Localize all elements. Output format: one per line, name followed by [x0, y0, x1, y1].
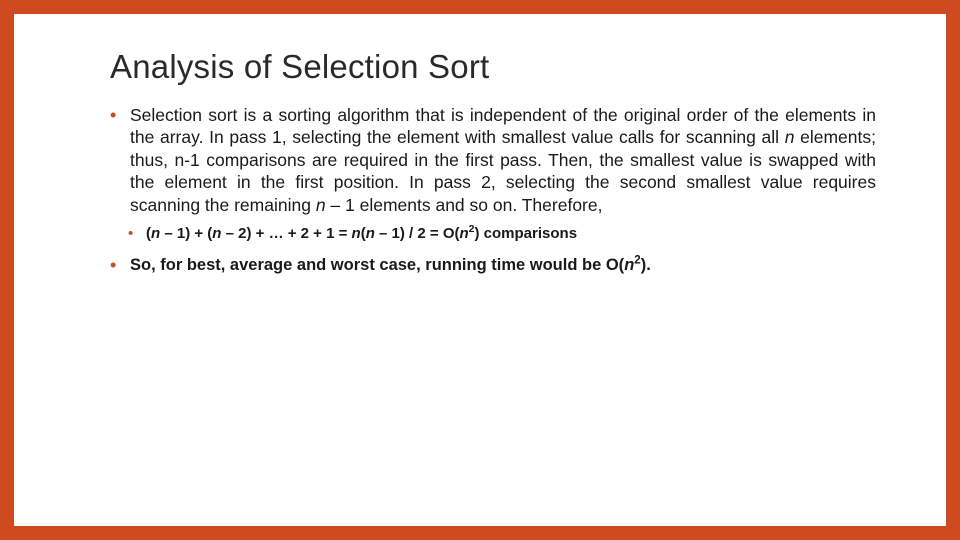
slide-frame: Analysis of Selection Sort Selection sor…	[14, 14, 946, 526]
var-n: n	[151, 225, 160, 242]
text-seg: Selection sort is a sorting algorithm th…	[130, 105, 876, 147]
var-n: n	[316, 195, 326, 215]
slide-title: Analysis of Selection Sort	[110, 48, 876, 86]
bullet-conclusion: So, for best, average and worst case, ru…	[110, 254, 876, 276]
f-seg: – 1) + (	[160, 225, 212, 242]
bullet-formula: (n – 1) + (n – 2) + … + 2 + 1 = n(n – 1)…	[110, 224, 876, 244]
var-n: n	[785, 127, 795, 147]
bullet-main-text: Selection sort is a sorting algorithm th…	[130, 104, 876, 216]
conclusion-text: So, for best, average and worst case, ru…	[130, 254, 876, 276]
text-seg: – 1 elements and so on. Therefore,	[326, 195, 603, 215]
c-seg: ).	[641, 256, 651, 274]
bullet-main: Selection sort is a sorting algorithm th…	[110, 104, 876, 216]
var-n: n	[366, 225, 375, 242]
var-n: n	[624, 256, 634, 274]
f-seg: ) comparisons	[475, 225, 578, 242]
f-seg: – 1) / 2 = O(	[375, 225, 460, 242]
var-n: n	[352, 225, 361, 242]
var-n: n	[460, 225, 469, 242]
c-seg: So, for best, average and worst case, ru…	[130, 256, 624, 274]
formula-text: (n – 1) + (n – 2) + … + 2 + 1 = n(n – 1)…	[146, 224, 876, 244]
f-seg: – 2) + … + 2 + 1 =	[221, 225, 351, 242]
